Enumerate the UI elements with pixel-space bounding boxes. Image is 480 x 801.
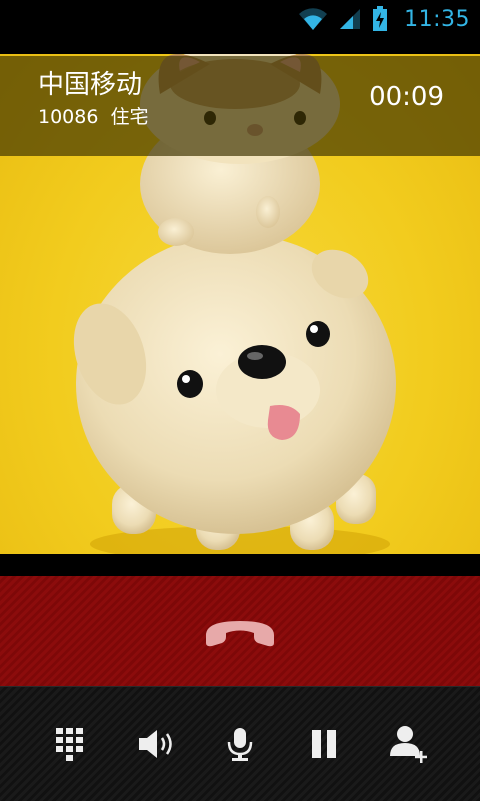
battery-charging-icon [373,6,388,31]
mute-mic-icon [227,728,253,761]
call-duration: 00:09 [369,82,444,112]
dialpad-button[interactable] [28,687,112,801]
hold-button[interactable] [282,687,366,801]
end-call-icon [206,621,274,647]
hold-icon [312,730,336,758]
caller-number-line: 10086 住宅 [38,102,149,129]
caller-number: 10086 [38,106,99,128]
speaker-button[interactable] [114,687,198,801]
end-call-button[interactable] [180,586,300,676]
signal-icon [340,9,361,29]
in-call-actions [0,686,480,801]
wifi-icon [299,8,328,30]
mute-button[interactable] [198,687,282,801]
caller-info-bar: 中国移动 10086 住宅 00:09 [0,56,480,156]
speaker-icon [139,730,172,758]
add-call-icon [390,726,427,763]
caller-number-type: 住宅 [110,106,149,128]
clock: 11:35 [404,6,470,32]
end-call-area [0,576,480,686]
dialpad-icon [56,728,83,761]
add-call-button[interactable] [368,687,452,801]
caller-name: 中国移动 [38,70,143,100]
divider [0,554,480,576]
status-bar: 11:35 [0,0,480,38]
